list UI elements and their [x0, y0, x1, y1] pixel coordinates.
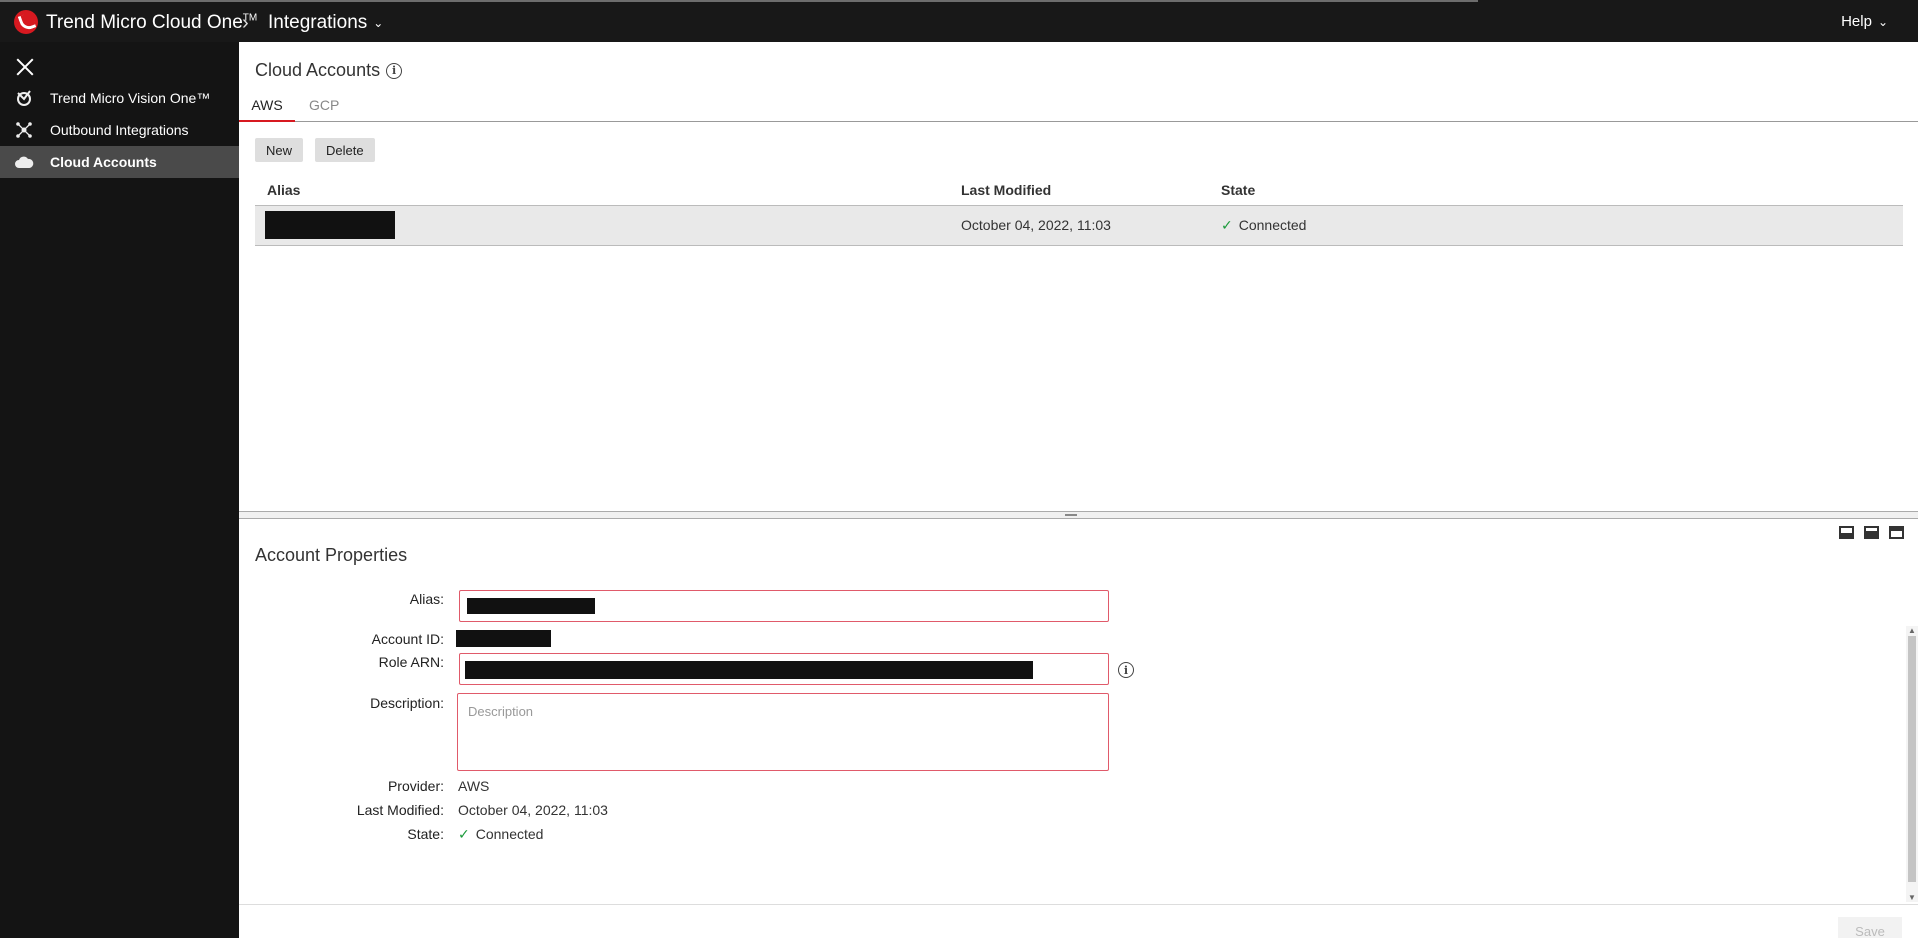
description-textarea[interactable]: Description [457, 693, 1109, 771]
sidebar-item-vision-one[interactable]: Trend Micro Vision One™ [0, 82, 239, 114]
tab-aws[interactable]: AWS [239, 92, 295, 122]
layout-large-icon[interactable] [1889, 526, 1904, 539]
properties-footer: Save [239, 904, 1918, 938]
scroll-up-icon[interactable]: ▲ [1908, 626, 1916, 635]
redacted-alias-value [467, 598, 595, 614]
tab-gcp[interactable]: GCP [299, 92, 349, 122]
role-arn-input[interactable] [459, 653, 1109, 685]
state-label: State: [407, 826, 444, 842]
sidebar: Trend Micro Vision One™ Outbound Integra… [0, 42, 239, 938]
properties-scrollbar[interactable]: ▲ ▼ [1906, 626, 1918, 902]
accounts-table: Alias Last Modified State October 04, 20… [255, 174, 1903, 246]
cloud-icon [14, 152, 34, 172]
provider-value: AWS [458, 778, 490, 794]
checkmark-icon: ✓ [458, 826, 470, 842]
sidebar-item-outbound-integrations[interactable]: Outbound Integrations [0, 114, 239, 146]
row-state-text: Connected [1238, 217, 1307, 233]
info-icon[interactable]: i [386, 62, 403, 79]
last-modified-label: Last Modified: [356, 802, 444, 818]
chevron-down-icon: ⌄ [373, 16, 384, 30]
sidebar-item-label: Cloud Accounts [50, 154, 157, 170]
table-header: Alias Last Modified State [255, 174, 1903, 206]
page-title-text: Cloud Accounts [255, 60, 381, 80]
column-header-state[interactable]: State [1221, 182, 1255, 198]
scroll-down-icon[interactable]: ▼ [1908, 893, 1916, 902]
state-value-text: Connected [475, 826, 544, 842]
scrollbar-thumb[interactable] [1908, 636, 1916, 882]
close-sidebar-icon[interactable] [14, 56, 36, 78]
last-modified-value: October 04, 2022, 11:03 [458, 802, 608, 818]
layout-small-icon[interactable] [1839, 526, 1854, 539]
redacted-account-id [456, 630, 551, 647]
row-state: ✓ Connected [1221, 217, 1306, 234]
help-menu[interactable]: Help ⌄ [1841, 13, 1888, 30]
redacted-role-arn-value [465, 661, 1033, 679]
vision-one-icon [14, 88, 34, 108]
checkmark-icon: ✓ [1221, 217, 1233, 233]
provider-label: Provider: [387, 778, 444, 794]
page-title: Cloud Accounts i [255, 60, 403, 81]
redacted-alias [265, 211, 395, 239]
save-button[interactable]: Save [1838, 917, 1902, 938]
sidebar-item-label: Trend Micro Vision One™ [50, 90, 211, 106]
splitter-grip-icon [1065, 514, 1077, 516]
role-arn-label: Role ARN: [378, 654, 444, 670]
row-last-modified: October 04, 2022, 11:03 [961, 217, 1111, 233]
top-bar: Trend Micro Cloud OneTM › Integrations ⌄… [0, 0, 1918, 42]
delete-button[interactable]: Delete [315, 138, 375, 162]
column-header-alias[interactable]: Alias [267, 182, 300, 198]
description-label: Description: [370, 695, 444, 711]
column-header-last-modified[interactable]: Last Modified [961, 182, 1051, 198]
loading-progress-bar [0, 0, 1478, 2]
product-name[interactable]: Trend Micro Cloud OneTM [46, 12, 257, 34]
main-content: Cloud Accounts i AWS GCP New Delete Alia… [239, 42, 1918, 938]
pane-splitter[interactable] [239, 511, 1918, 519]
trend-micro-logo [14, 10, 38, 34]
sidebar-item-cloud-accounts[interactable]: Cloud Accounts [0, 146, 239, 178]
section-switcher-label: Integrations [268, 12, 368, 33]
network-icon [14, 120, 34, 140]
chevron-down-icon: ⌄ [1877, 14, 1888, 29]
help-menu-label: Help [1841, 13, 1872, 30]
alias-label: Alias: [409, 591, 444, 607]
product-name-text: Trend Micro Cloud One [46, 12, 243, 33]
role-arn-info-icon[interactable]: i [1118, 662, 1134, 678]
alias-input[interactable] [459, 590, 1109, 622]
state-value: ✓ Connected [458, 826, 543, 843]
properties-title: Account Properties [255, 545, 408, 565]
account-id-label: Account ID: [371, 631, 444, 647]
new-button[interactable]: New [255, 138, 304, 162]
section-switcher[interactable]: Integrations ⌄ [268, 12, 383, 34]
layout-medium-icon[interactable] [1864, 526, 1879, 539]
breadcrumb-separator-icon: › [242, 12, 249, 34]
sidebar-item-label: Outbound Integrations [50, 122, 189, 138]
layout-controls [1839, 526, 1904, 539]
provider-tabs: AWS GCP [239, 92, 1918, 122]
table-row[interactable]: October 04, 2022, 11:03 ✓ Connected [255, 206, 1903, 246]
